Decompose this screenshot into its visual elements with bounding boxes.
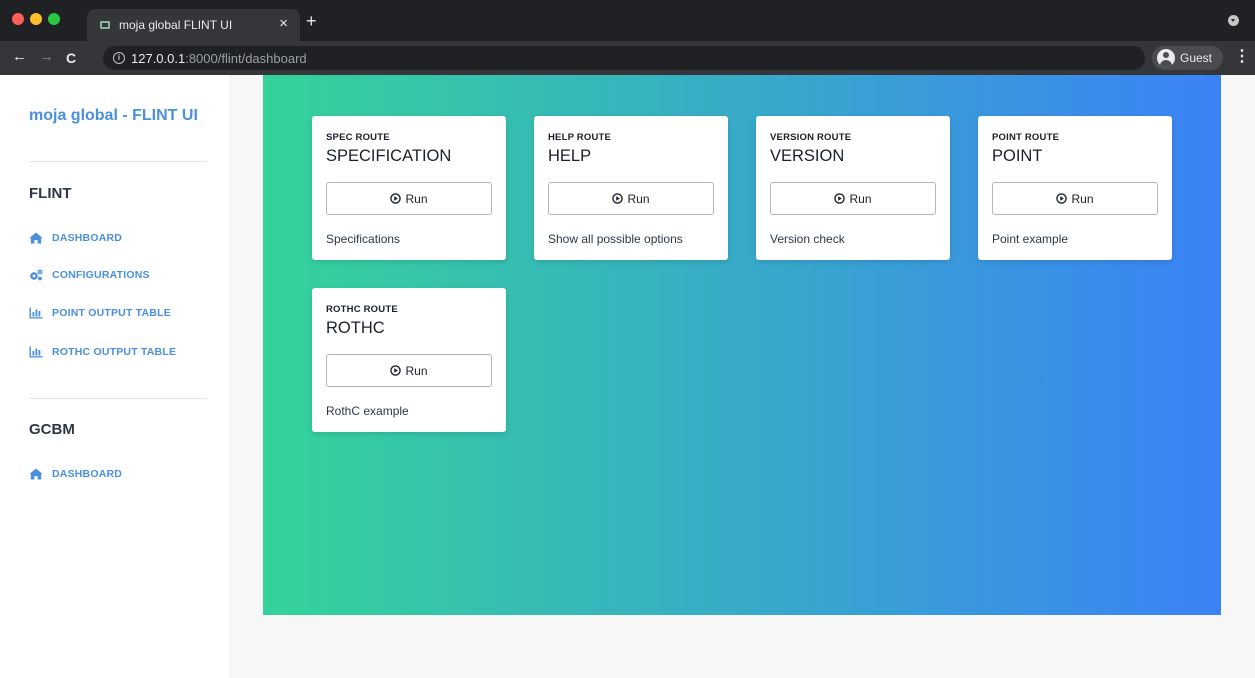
dashboard-panel: SPEC ROUTE SPECIFICATION Run Specificati… — [263, 75, 1221, 615]
gears-icon — [30, 269, 43, 281]
card-title: ROTHC — [326, 319, 385, 337]
run-label: Run — [627, 191, 650, 206]
profile-label: Guest — [1180, 51, 1213, 65]
chart-bar-icon — [29, 307, 43, 319]
sidebar-item-rothc-output-table[interactable]: ROTHC OUTPUT TABLE — [29, 344, 176, 360]
url-text[interactable]: 127.0.0.1:8000/flint/dashboard — [131, 51, 307, 66]
sidebar-divider — [29, 161, 207, 162]
close-window-button[interactable] — [12, 13, 24, 25]
play-circle-icon — [834, 193, 846, 204]
play-circle-icon — [1056, 193, 1068, 204]
section-title-gcbm: GCBM — [29, 421, 75, 438]
run-version-button[interactable]: Run — [770, 182, 936, 215]
maximize-window-button[interactable] — [48, 13, 60, 25]
sidebar-item-gcbm-dashboard[interactable]: DASHBOARD — [29, 466, 122, 482]
sidebar-divider — [29, 398, 207, 399]
run-label: Run — [405, 363, 428, 378]
home-icon — [29, 232, 43, 244]
play-circle-icon — [612, 193, 624, 204]
play-circle-icon — [390, 365, 402, 376]
card-subtitle: POINT ROUTE — [992, 132, 1060, 143]
card-subtitle: VERSION ROUTE — [770, 132, 852, 143]
card-description: Version check — [770, 232, 845, 246]
chart-bar-icon — [29, 346, 43, 358]
play-circle-icon — [390, 193, 402, 204]
card-description: Specifications — [326, 232, 401, 246]
run-help-button[interactable]: Run — [548, 182, 714, 215]
browser-menu-icon[interactable]: ⋮ — [1234, 48, 1250, 66]
route-card-spec: SPEC ROUTE SPECIFICATION Run Specificati… — [312, 116, 506, 260]
card-subtitle: HELP ROUTE — [548, 132, 612, 143]
route-card-version: VERSION ROUTE VERSION Run Version check — [756, 116, 950, 260]
run-rothc-button[interactable]: Run — [326, 354, 492, 387]
route-card-help: HELP ROUTE HELP Run Show all possible op… — [534, 116, 728, 260]
brand-title[interactable]: moja global - FLINT UI — [29, 107, 198, 125]
run-label: Run — [405, 191, 428, 206]
home-icon — [29, 468, 43, 480]
sidebar-item-label: DASHBOARD — [52, 468, 123, 480]
sidebar-item-flint-dashboard[interactable]: DASHBOARD — [29, 230, 122, 246]
sidebar-item-label: ROTHC OUTPUT TABLE — [52, 346, 177, 358]
card-title: VERSION — [770, 147, 845, 165]
forward-arrow-icon[interactable]: → — [39, 48, 54, 66]
url-path: :8000/flint/dashboard — [185, 51, 307, 66]
guest-avatar-icon — [1157, 49, 1175, 67]
sidebar-item-label: DASHBOARD — [52, 232, 123, 244]
back-arrow-icon[interactable]: ← — [12, 48, 27, 66]
run-point-button[interactable]: Run — [992, 182, 1158, 215]
card-description: RothC example — [326, 404, 409, 418]
browser-tab-bar: moja global FLINT UI × + — [0, 0, 1255, 41]
sidebar: moja global - FLINT UI FLINT DASHBOARD C… — [0, 75, 229, 678]
route-card-rothc: ROTHC ROUTE ROTHC Run RothC example — [312, 288, 506, 432]
favicon-icon — [100, 21, 110, 29]
run-label: Run — [1071, 191, 1094, 206]
card-title: POINT — [992, 147, 1043, 165]
card-subtitle: ROTHC ROUTE — [326, 304, 398, 315]
tab-close-icon[interactable]: × — [279, 15, 288, 33]
sidebar-item-label: CONFIGURATIONS — [52, 269, 150, 281]
card-description: Show all possible options — [548, 232, 683, 246]
sidebar-item-label: POINT OUTPUT TABLE — [52, 307, 171, 319]
reload-icon[interactable]: C — [66, 49, 76, 67]
tab-search-icon[interactable] — [1228, 15, 1239, 26]
run-spec-button[interactable]: Run — [326, 182, 492, 215]
new-tab-button[interactable]: + — [306, 12, 317, 30]
card-title: SPECIFICATION — [326, 147, 452, 165]
card-subtitle: SPEC ROUTE — [326, 132, 390, 143]
profile-button[interactable]: Guest — [1152, 46, 1223, 70]
url-host: 127.0.0.1 — [131, 51, 186, 66]
tab-title: moja global FLINT UI — [119, 18, 233, 32]
browser-tab[interactable]: moja global FLINT UI × — [87, 9, 300, 41]
minimize-window-button[interactable] — [30, 13, 42, 25]
browser-toolbar: ← → C i 127.0.0.1:8000/flint/dashboard G… — [0, 41, 1255, 75]
card-title: HELP — [548, 147, 592, 165]
card-description: Point example — [992, 232, 1069, 246]
info-icon[interactable]: i — [113, 52, 125, 64]
run-label: Run — [849, 191, 872, 206]
route-card-point: POINT ROUTE POINT Run Point example — [978, 116, 1172, 260]
sidebar-item-point-output-table[interactable]: POINT OUTPUT TABLE — [29, 305, 171, 321]
sidebar-item-configurations[interactable]: CONFIGURATIONS — [29, 267, 150, 283]
address-bar[interactable]: i 127.0.0.1:8000/flint/dashboard — [103, 46, 1145, 70]
section-title-flint: FLINT — [29, 185, 72, 202]
